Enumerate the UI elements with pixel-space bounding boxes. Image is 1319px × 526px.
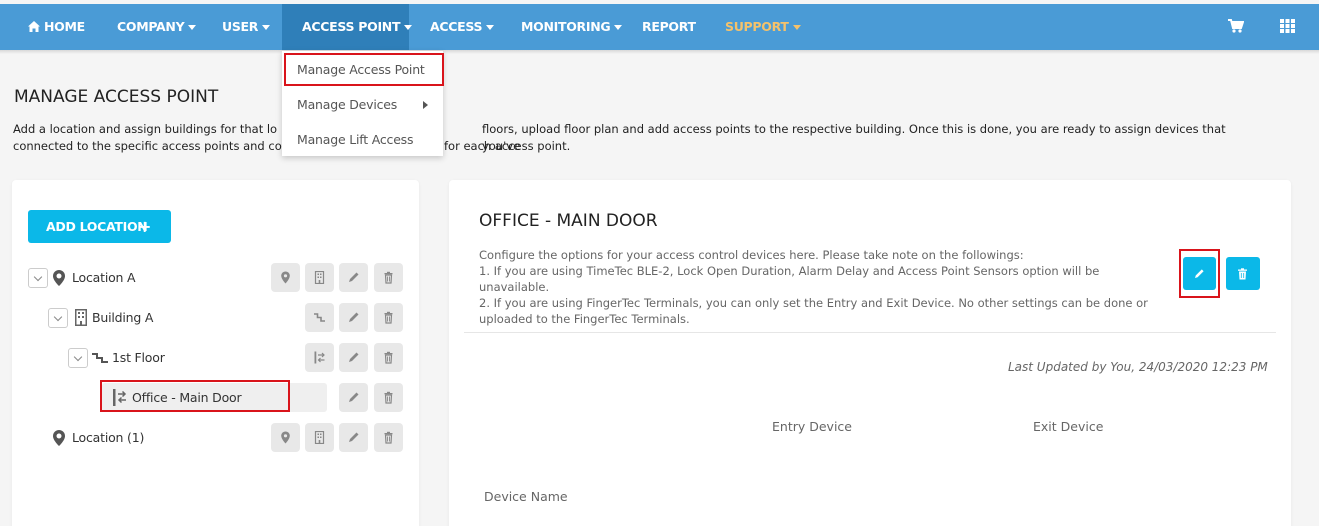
nav-report-label: REPORT [642,19,696,34]
nav-monitoring-label: MONITORING [521,19,611,34]
building-icon [314,271,325,284]
desc-line2-a: connected to the specific access points … [13,139,282,153]
detail-desc-line: Configure the options for your access co… [479,248,1024,262]
edit-button[interactable] [339,343,368,372]
edit-button[interactable] [339,383,368,412]
building-icon [314,431,325,444]
edit-button[interactable] [339,263,368,292]
trash-icon [384,311,393,324]
highlight-box-menu-item [284,53,444,86]
menu-item-manage-devices[interactable]: Manage Devices [297,97,397,112]
edit-button[interactable] [339,423,368,452]
trash-icon [384,271,393,284]
add-location-button[interactable]: ADD LOCATION + [28,210,171,243]
delete-button[interactable] [374,383,403,412]
exit-device-header: Exit Device [1033,419,1104,434]
pencil-icon [349,312,359,322]
add-floor-button[interactable] [305,303,334,332]
cart-icon[interactable] [1228,19,1245,35]
building-icon [75,309,87,326]
detail-desc-line: 2. If you are using FingerTec Terminals,… [479,296,1148,310]
caret-down-icon [614,25,623,30]
detail-description: Configure the options for your access co… [479,247,1169,327]
toggle-location-a[interactable] [28,268,48,288]
nav-report[interactable]: REPORT [642,4,696,50]
add-building-button[interactable] [305,263,334,292]
nav-company[interactable]: COMPANY [117,4,197,50]
desc-line2-b: for each access point. [444,139,571,153]
nav-access-point[interactable]: ACCESS POINT [282,4,413,50]
device-name-label: Device Name [484,489,568,504]
tree-label-1st-floor[interactable]: 1st Floor [112,350,165,365]
add-access-point-button[interactable] [305,343,334,372]
nav-home-label: HOME [44,19,85,34]
pencil-icon [349,432,359,442]
page-title: MANAGE ACCESS POINT [14,87,219,107]
chevron-right-icon [423,101,428,109]
pencil-icon [349,352,359,362]
nav-user[interactable]: USER [222,4,271,50]
delete-button[interactable] [374,303,403,332]
add-building-button[interactable] [271,423,300,452]
trash-icon [384,351,393,364]
stairs-icon [314,313,325,322]
top-navbar: HOME COMPANY USER ACCESS POINT ACCESS MO… [0,4,1319,50]
grid-icon[interactable] [1280,19,1295,35]
pencil-icon [349,272,359,282]
menu-item-manage-lift-access[interactable]: Manage Lift Access [297,132,414,147]
stairs-icon [92,353,108,363]
desc-line1-a: Add a location and assign buildings for … [13,122,278,136]
highlight-box-selected-door [100,380,290,412]
tree-label-location-1[interactable]: Location (1) [72,430,144,445]
map-marker-icon [281,271,290,284]
detail-desc-line: uploaded to the FingerTec Terminals. [479,312,690,326]
toggle-1st-floor[interactable] [68,348,88,368]
plus-icon: + [138,217,152,236]
nav-access-point-label: ACCESS POINT [302,19,401,34]
access-point-detail-panel [449,180,1291,526]
delete-access-point-button[interactable] [1226,257,1260,290]
nav-access-label: ACCESS [430,19,483,34]
map-marker-icon [53,270,65,286]
caret-down-icon [188,25,197,30]
add-building-button[interactable] [305,423,334,452]
edit-button[interactable] [339,303,368,332]
add-building-button[interactable] [271,263,300,292]
delete-button[interactable] [374,263,403,292]
nav-company-label: COMPANY [117,19,185,34]
tree-label-building-a[interactable]: Building A [92,310,153,325]
navbar-shadow [0,50,1319,54]
highlight-box-edit [1179,249,1220,298]
caret-down-icon [486,25,495,30]
map-marker-icon [53,430,65,446]
page-description: Add a location and assign buildings for … [13,121,1253,155]
pencil-icon [349,392,359,402]
nav-access[interactable]: ACCESS [430,4,495,50]
nav-home[interactable]: HOME [28,4,85,50]
nav-monitoring[interactable]: MONITORING [521,4,623,50]
nav-support[interactable]: SUPPORT [725,4,801,50]
trash-icon [1238,268,1247,280]
door-access-icon [314,351,325,364]
entry-device-header: Entry Device [772,419,852,434]
toggle-building-a[interactable] [48,308,68,328]
delete-button[interactable] [374,423,403,452]
home-icon [28,21,40,32]
nav-user-label: USER [222,19,259,34]
caret-down-icon [404,25,413,30]
tree-label-location-a[interactable]: Location A [72,270,136,285]
detail-title: OFFICE - MAIN DOOR [479,211,658,231]
caret-down-icon [262,25,271,30]
add-location-label: ADD LOCATION [46,219,148,234]
trash-icon [384,391,393,404]
caret-down-icon [792,25,801,30]
trash-icon [384,431,393,444]
map-marker-icon [281,431,290,444]
delete-button[interactable] [374,343,403,372]
last-updated-text: Last Updated by You, 24/03/2020 12:23 PM [1008,360,1268,374]
detail-divider [464,332,1276,333]
detail-desc-line: 1. If you are using TimeTec BLE-2, Lock … [479,264,1100,294]
nav-support-label: SUPPORT [725,19,789,34]
